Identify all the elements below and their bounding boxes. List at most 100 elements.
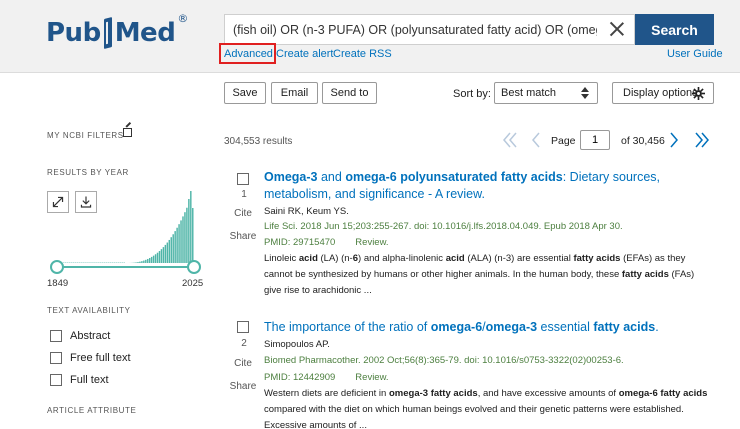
year-bar <box>166 242 169 263</box>
year-bar <box>184 212 186 263</box>
email-button[interactable]: Email <box>271 82 318 104</box>
gear-icon <box>692 87 705 100</box>
next-page-icon[interactable] <box>666 128 682 152</box>
results-by-year-chart[interactable] <box>47 185 207 275</box>
share-button[interactable]: Share <box>222 231 264 242</box>
year-bar <box>190 191 192 263</box>
year-bar <box>192 208 194 263</box>
cite-button[interactable]: Cite <box>222 208 264 219</box>
external-link-icon[interactable] <box>123 128 132 137</box>
display-options-label: Display options <box>623 87 698 99</box>
publication-type: Review. <box>355 237 389 248</box>
share-button[interactable]: Share <box>222 381 264 392</box>
result-snippet: Linoleic acid (LA) (n-6) and alpha-linol… <box>264 253 695 296</box>
sort-value: Best match <box>501 87 557 99</box>
year-bar <box>164 244 167 263</box>
year-range-start-handle[interactable] <box>50 260 64 274</box>
year-bar <box>139 261 141 263</box>
result-title-link[interactable]: Omega-3 and omega-6 polyunsaturated fatt… <box>264 169 684 203</box>
year-range-end-handle[interactable] <box>187 260 201 274</box>
search-box <box>224 14 635 45</box>
filter-free-full-text[interactable]: Free full text <box>50 351 131 365</box>
year-end-label: 2025 <box>182 278 204 289</box>
user-guide-link[interactable]: User Guide <box>667 48 723 60</box>
my-ncbi-filters-heading[interactable]: MY NCBI FILTERS <box>47 131 124 140</box>
article-attribute-heading: ARTICLE ATTRIBUTE <box>47 406 137 415</box>
year-bar <box>158 251 161 263</box>
page-number-input[interactable] <box>580 130 610 150</box>
last-page-icon[interactable] <box>692 128 712 152</box>
result-citation: Life Sci. 2018 Jun 15;203:255-267. doi: … <box>264 221 623 232</box>
filter-checkbox[interactable] <box>50 352 62 364</box>
year-bar <box>160 249 163 263</box>
result-checkbox[interactable] <box>237 173 249 185</box>
year-bar <box>180 220 182 263</box>
search-button[interactable]: Search <box>635 14 714 45</box>
pubmed-logo[interactable]: Pub Med ® <box>46 12 188 48</box>
year-bar <box>154 254 157 263</box>
year-bar <box>156 252 159 263</box>
result-authors: Simopoulos AP. <box>264 339 330 350</box>
page-label: Page <box>551 135 576 147</box>
filter-full-text[interactable]: Full text <box>50 373 109 387</box>
book-icon <box>102 18 114 48</box>
pmid-text: PMID: 29715470 <box>264 237 336 248</box>
send-to-button[interactable]: Send to <box>322 82 377 104</box>
year-bar <box>182 216 184 263</box>
results-by-year-heading: RESULTS BY YEAR <box>47 168 129 177</box>
display-options-button[interactable]: Display options <box>612 82 714 104</box>
year-bar <box>162 247 165 263</box>
year-bar <box>137 262 139 263</box>
year-bar <box>152 255 155 263</box>
search-input[interactable] <box>225 15 605 44</box>
year-bar <box>176 227 178 263</box>
save-button[interactable]: Save <box>224 82 266 104</box>
first-page-icon[interactable] <box>500 128 520 152</box>
logo-text-med: Med <box>114 18 176 48</box>
create-alert-link[interactable]: Create alert <box>276 48 333 60</box>
previous-page-icon[interactable] <box>528 128 544 152</box>
year-bar <box>145 259 147 263</box>
advanced-link[interactable]: Advanced <box>224 48 273 60</box>
result-title-link[interactable]: The importance of the ratio of omega-6/o… <box>264 319 684 336</box>
year-bar <box>168 239 171 263</box>
year-bar <box>186 207 188 263</box>
year-bar <box>147 258 149 263</box>
year-bar <box>172 234 174 263</box>
year-bar <box>188 199 190 263</box>
header: Pub Med ® Search Advanced Create alert C… <box>0 0 740 73</box>
filter-label: Abstract <box>70 330 111 342</box>
filter-label: Full text <box>70 374 109 386</box>
filter-checkbox[interactable] <box>50 374 62 386</box>
year-bar <box>150 256 153 263</box>
result-checkbox[interactable] <box>237 321 249 333</box>
result-snippet: Western diets are deficient in omega-3 f… <box>264 388 708 429</box>
registered-mark: ® <box>177 12 188 25</box>
year-bar <box>141 261 143 263</box>
filter-abstract[interactable]: Abstract <box>50 329 110 343</box>
total-pages: of 30,456 <box>621 135 665 147</box>
create-rss-link[interactable]: Create RSS <box>333 48 392 60</box>
pmid-text: PMID: 12442909 <box>264 372 336 383</box>
year-bar <box>148 258 151 263</box>
results-count: 304,553 results <box>224 136 293 147</box>
result-authors: Saini RK, Keum YS. <box>264 206 349 217</box>
year-start-label: 1849 <box>47 278 69 289</box>
publication-type: Review. <box>355 372 389 383</box>
text-availability-heading: TEXT AVAILABILITY <box>47 306 131 315</box>
year-bar <box>174 231 176 263</box>
result-number: 1 <box>241 189 247 200</box>
result-pmid: PMID: 12442909 Review. <box>264 372 389 383</box>
logo-text-pub: Pub <box>46 18 101 48</box>
cite-button[interactable]: Cite <box>222 358 264 369</box>
sort-label: Sort by: <box>453 88 491 100</box>
year-bar <box>170 237 172 263</box>
year-bar <box>178 224 180 263</box>
result-number: 2 <box>241 338 247 349</box>
sort-select[interactable]: Best match <box>494 82 598 104</box>
filter-label: Free full text <box>70 352 131 364</box>
close-icon[interactable] <box>609 21 625 37</box>
result-citation: Biomed Pharmacother. 2002 Oct;56(8):365-… <box>264 355 624 366</box>
result-pmid: PMID: 29715470 Review. <box>264 237 389 248</box>
filter-checkbox[interactable] <box>50 330 62 342</box>
